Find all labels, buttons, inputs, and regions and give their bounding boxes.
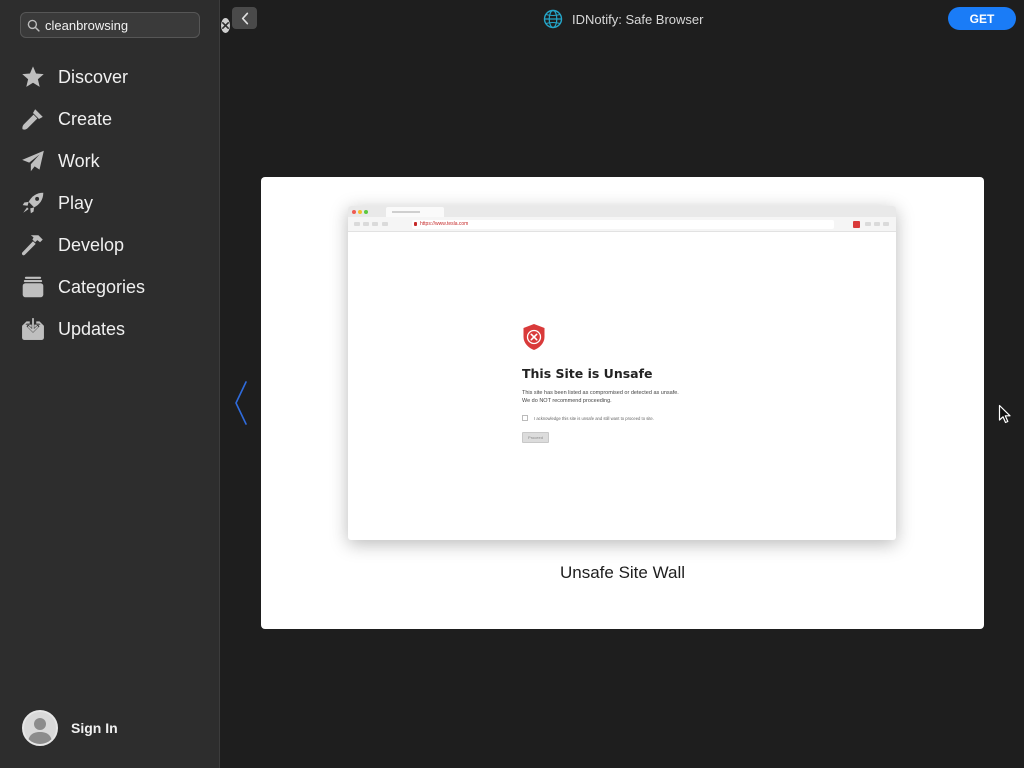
search-input[interactable] xyxy=(40,14,221,36)
warning-heading: This Site is Unsafe xyxy=(522,366,653,381)
sidebar-item-categories[interactable]: Categories xyxy=(0,266,220,308)
search-icon xyxy=(27,19,40,32)
browser-tab xyxy=(386,207,444,217)
sidebar-item-updates[interactable]: Updates xyxy=(0,308,220,350)
sidebar-item-label: Updates xyxy=(58,318,126,339)
sidebar: Discover Create Work Play Develop xyxy=(0,0,230,768)
app-title: IDNotify: Safe Browser xyxy=(543,9,704,29)
warning-message: This site has been listed as compromised… xyxy=(522,389,742,405)
browser-url: https://www.tesla.com xyxy=(420,221,469,227)
browser-tab-bar xyxy=(348,206,896,217)
brush-icon xyxy=(18,104,48,134)
acknowledge-text: I acknowledge this site is unsafe and st… xyxy=(534,415,654,421)
search-field[interactable] xyxy=(20,12,230,38)
shield-x-icon xyxy=(523,324,545,350)
sidebar-item-label: Create xyxy=(58,108,113,129)
extension-icon xyxy=(853,221,860,228)
stack-icon xyxy=(18,272,48,302)
back-button[interactable] xyxy=(232,7,257,29)
star-icon xyxy=(18,62,48,92)
minimize-dot-icon xyxy=(358,210,362,214)
screenshot-card: https://www.tesla.com This Site is Unsaf… xyxy=(261,177,984,629)
app-title-text: IDNotify: Safe Browser xyxy=(572,11,704,27)
close-dot-icon xyxy=(352,210,356,214)
mouse-cursor-icon xyxy=(998,404,1011,424)
sidebar-item-label: Play xyxy=(58,192,94,213)
chevron-left-icon xyxy=(235,381,247,425)
hammer-icon xyxy=(18,230,48,260)
sidebar-item-label: Develop xyxy=(58,234,125,255)
browser-mockup: https://www.tesla.com This Site is Unsaf… xyxy=(348,206,896,540)
rocket-icon xyxy=(18,188,48,218)
download-icon xyxy=(18,314,48,344)
sidebar-item-play[interactable]: Play xyxy=(0,182,220,224)
warning-message-line: This site has been listed as compromised… xyxy=(522,390,679,396)
sidebar-item-label: Categories xyxy=(58,276,146,297)
sidebar-item-discover[interactable]: Discover xyxy=(0,56,220,98)
clear-search-icon[interactable] xyxy=(221,17,230,33)
lock-icon xyxy=(414,222,417,226)
warning-message-line: We do NOT recommend proceeding. xyxy=(522,398,612,404)
browser-address-bar: https://www.tesla.com xyxy=(348,217,896,232)
person-icon xyxy=(28,718,52,744)
sidebar-nav: Discover Create Work Play Develop Catego… xyxy=(0,56,220,350)
globe-icon xyxy=(543,9,563,29)
screenshot-caption: Unsafe Site Wall xyxy=(559,563,686,582)
acknowledge-checkbox xyxy=(522,415,528,421)
sidebar-item-label: Work xyxy=(58,150,100,171)
chevron-left-icon xyxy=(241,12,248,24)
unsafe-warning: This Site is Unsafe This site has been l… xyxy=(522,323,742,443)
sign-in-label: Sign In xyxy=(71,720,118,736)
sidebar-item-create[interactable]: Create xyxy=(0,98,220,140)
carousel-previous-button[interactable] xyxy=(232,380,250,426)
acknowledge-row: I acknowledge this site is unsafe and st… xyxy=(522,415,742,421)
avatar xyxy=(22,710,58,746)
proceed-button: Proceed xyxy=(522,432,549,443)
sidebar-item-work[interactable]: Work xyxy=(0,140,220,182)
paper-plane-icon xyxy=(18,146,48,176)
zoom-dot-icon xyxy=(364,210,368,214)
sidebar-item-label: Discover xyxy=(58,66,129,87)
get-button[interactable]: GET xyxy=(948,7,1016,30)
sidebar-item-develop[interactable]: Develop xyxy=(0,224,220,266)
sign-in-button[interactable]: Sign In xyxy=(22,710,118,746)
